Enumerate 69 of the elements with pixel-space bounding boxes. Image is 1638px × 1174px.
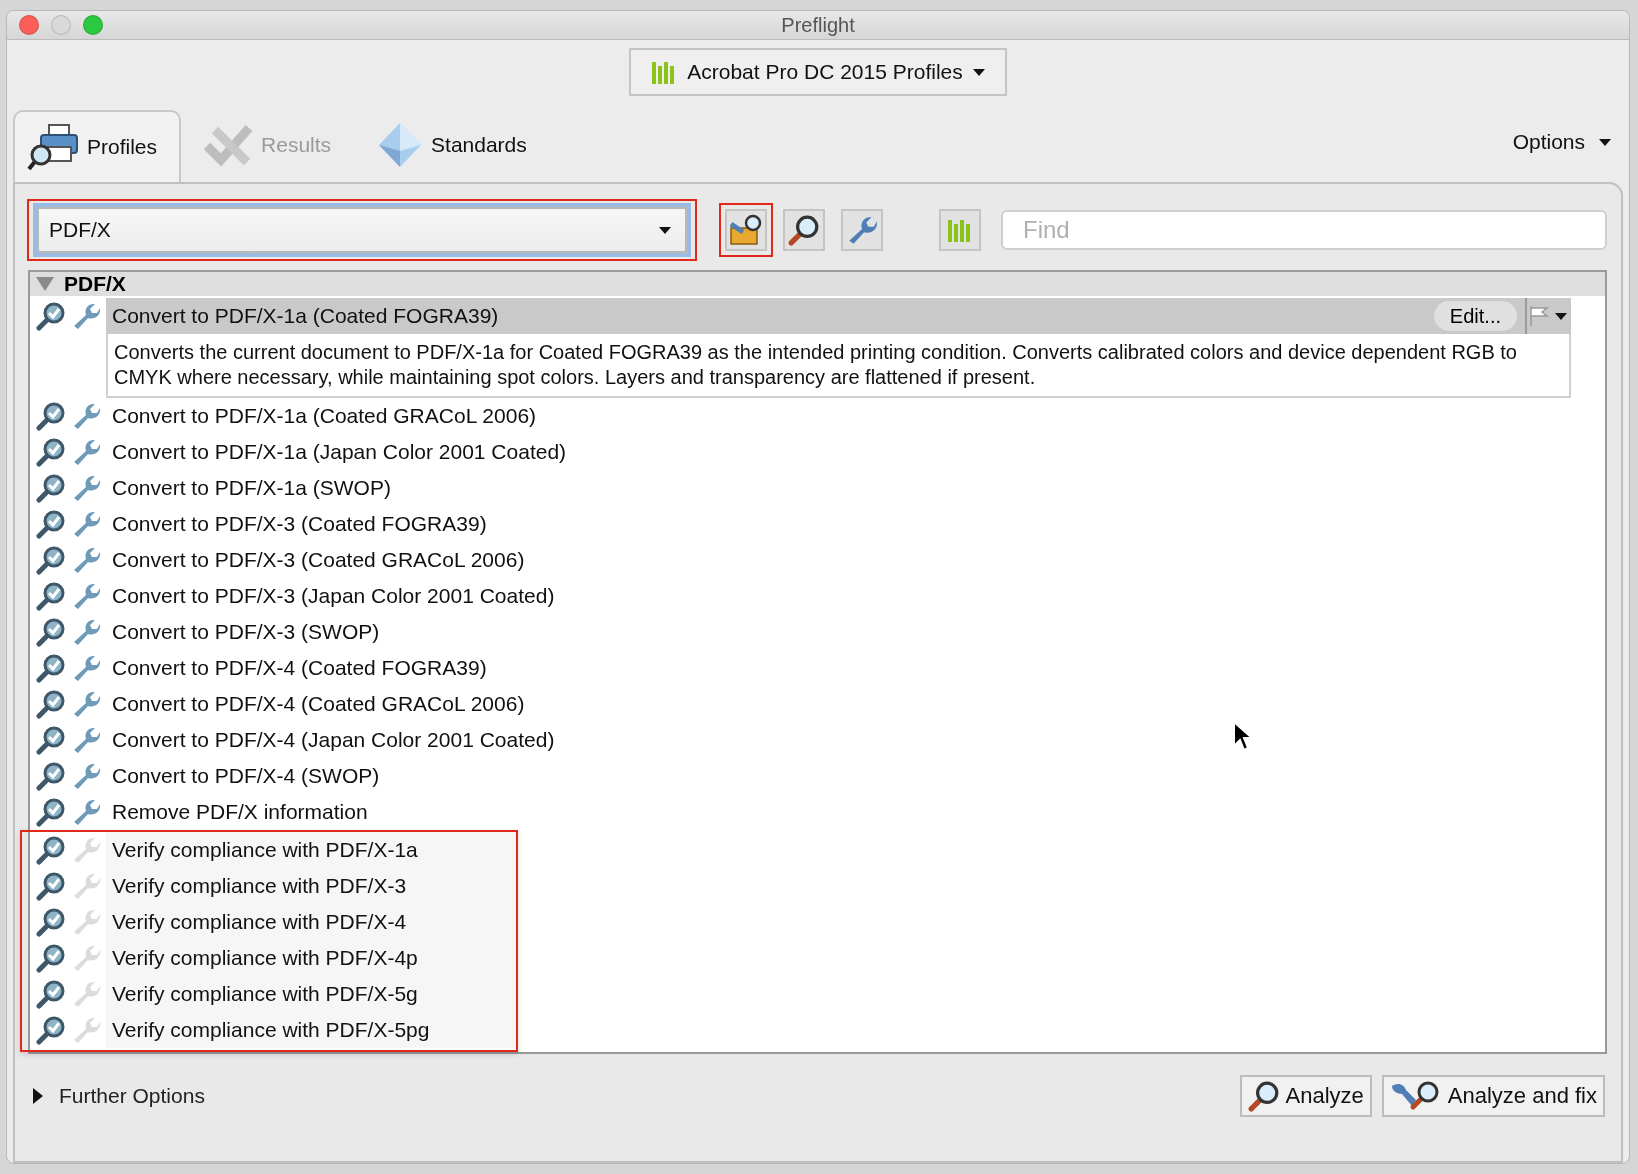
analyze-button[interactable]: Analyze xyxy=(1239,1075,1372,1117)
caret-icon xyxy=(659,226,671,234)
zoom-button[interactable] xyxy=(83,15,103,35)
check-magnifier-icon xyxy=(36,545,66,575)
analyze-and-fix-button[interactable]: Analyze and fix xyxy=(1381,1075,1605,1117)
toolbox-icon xyxy=(729,214,763,246)
profile-item[interactable]: Convert to PDF/X-4 (Japan Color 2001 Coated) xyxy=(106,722,1605,758)
profile-item[interactable]: Verify compliance with PDF/X-5pg xyxy=(106,1012,516,1048)
flag-icon xyxy=(1529,306,1551,326)
caret-icon xyxy=(972,68,985,76)
profile-item[interactable]: Remove PDF/X information xyxy=(106,794,1605,830)
check-magnifier-icon xyxy=(36,1015,66,1045)
profile-item[interactable]: Convert to PDF/X-4 (SWOP) xyxy=(106,758,1605,794)
check-magnifier-icon xyxy=(36,581,66,611)
check-magnifier-icon xyxy=(36,509,66,539)
edit-button[interactable]: Edit... xyxy=(1433,301,1517,331)
chart-button[interactable] xyxy=(939,209,981,251)
check-magnifier-icon xyxy=(36,725,66,755)
profile-item[interactable]: Convert to PDF/X-1a (Coated FOGRA39) Edit... xyxy=(106,298,1571,334)
profile-item[interactable]: Convert to PDF/X-1a (Coated GRACoL 2006) xyxy=(106,398,1605,434)
options-menu[interactable]: Options xyxy=(1506,129,1623,155)
check-magnifier-icon xyxy=(36,401,66,431)
profile-description: Converts the current document to PDF/X-1a for Coated FOGRA39 as the intended printing condition. Converts calibrated colors and device dependent RGB to CMYK where necessary, while maintaining spot colors. Layers and transparency are flattened if present. xyxy=(106,334,1571,398)
caret-icon xyxy=(1599,138,1611,146)
printer-magnifier-icon xyxy=(27,123,79,171)
profile-item[interactable]: Verify compliance with PDF/X-4p xyxy=(106,940,516,976)
check-magnifier-icon xyxy=(36,871,66,901)
profile-item[interactable]: Verify compliance with PDF/X-4 xyxy=(106,904,516,940)
check-magnifier-icon xyxy=(36,437,66,467)
disclosure-triangle-icon xyxy=(33,1088,43,1104)
check-magnifier-icon xyxy=(36,301,66,331)
bar-chart-icon xyxy=(947,218,973,242)
tab[interactable]: Profiles xyxy=(13,110,182,182)
toolbar-button[interactable] xyxy=(783,209,825,251)
further-options-toggle[interactable]: Further Options xyxy=(27,1083,211,1109)
check-magnifier-icon xyxy=(36,835,66,865)
magnifier-icon xyxy=(1247,1080,1280,1112)
check-magnifier-icon xyxy=(36,907,66,937)
profile-library-menu[interactable]: Acrobat Pro DC 2015 Profiles xyxy=(629,48,1007,96)
profile-item[interactable]: Convert to PDF/X-4 (Coated FOGRA39) xyxy=(106,650,1605,686)
tab[interactable]: Standards xyxy=(363,108,551,182)
check-magnifier-icon xyxy=(36,761,66,791)
group-header[interactable]: PDF/X xyxy=(30,272,1605,296)
profile-item[interactable]: Convert to PDF/X-1a (Japan Color 2001 Coated) xyxy=(106,434,1605,470)
caret-icon xyxy=(1555,312,1567,320)
check-magnifier-icon xyxy=(36,653,66,683)
toolbar-button[interactable] xyxy=(725,209,767,251)
group-label: PDF/X xyxy=(64,272,126,296)
find-field[interactable]: Find xyxy=(1001,210,1607,250)
profile-item[interactable]: Verify compliance with PDF/X-5g xyxy=(106,976,516,1012)
profile-item[interactable]: Convert to PDF/X-1a (SWOP) xyxy=(106,470,1605,506)
check-cross-icon xyxy=(203,122,254,168)
check-magnifier-icon xyxy=(36,943,66,973)
diamond-icon xyxy=(377,121,424,169)
close-button[interactable] xyxy=(19,15,39,35)
profile-item[interactable]: Verify compliance with PDF/X-1a xyxy=(106,832,516,868)
profile-item[interactable]: Convert to PDF/X-3 (Japan Color 2001 Coated) xyxy=(106,578,1605,614)
check-magnifier-icon xyxy=(36,797,66,827)
check-magnifier-icon xyxy=(36,617,66,647)
check-magnifier-icon xyxy=(36,473,66,503)
window-title: Preflight xyxy=(781,13,855,37)
check-magnifier-icon xyxy=(36,979,66,1009)
magnifier-icon xyxy=(788,214,820,246)
profile-item[interactable]: Verify compliance with PDF/X-3 xyxy=(106,868,516,904)
profile-item[interactable]: Convert to PDF/X-4 (Coated GRACoL 2006) xyxy=(106,686,1605,722)
profile-item[interactable]: Convert to PDF/X-3 (Coated GRACoL 2006) xyxy=(106,542,1605,578)
profile-item[interactable]: Convert to PDF/X-3 (SWOP) xyxy=(106,614,1605,650)
check-magnifier-icon xyxy=(36,689,66,719)
profile-item[interactable]: Convert to PDF/X-3 (Coated FOGRA39) xyxy=(106,506,1605,542)
